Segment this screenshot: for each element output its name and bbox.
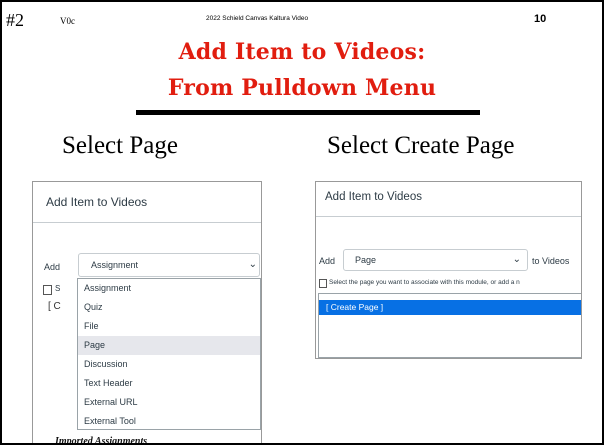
dropdown-option-page[interactable]: Page (78, 336, 260, 355)
screenshot-select-create-page: Add Item to Videos Add Page ⌄ to Videos … (315, 181, 582, 359)
page-listbox[interactable]: [ Create Page ] (318, 293, 581, 358)
page-number: 10 (534, 13, 547, 25)
slide-number: #2 (6, 10, 24, 30)
to-module-label: to Videos (532, 256, 570, 266)
dropdown-option-discussion[interactable]: Discussion (78, 355, 260, 374)
slide-version: V0c (60, 16, 75, 26)
slide-title-line2: From Pulldown Menu (167, 75, 437, 101)
dropdown-option-quiz[interactable]: Quiz (78, 298, 260, 317)
create-page-option-label: [ Create Page ] (326, 302, 384, 312)
item-type-select-value: Page (355, 255, 377, 265)
background-list-cutoff: Imported Assignments (55, 436, 148, 445)
document-icon (43, 285, 52, 295)
item-type-select-value: Assignment (91, 260, 139, 270)
dialog-divider (316, 216, 581, 217)
item-type-select[interactable]: Assignment ⌄ (78, 253, 260, 277)
add-label: Add (319, 256, 336, 266)
slide-title-line1: Add Item to Videos: (178, 39, 426, 65)
create-page-option[interactable]: [ Create Page ] (319, 300, 581, 315)
dropdown-option-file[interactable]: File (78, 317, 260, 336)
dialog-title: Add Item to Videos (46, 195, 148, 209)
slide: #2 V0c 2022 Schield Canvas Kaltura Video… (0, 0, 604, 445)
chevron-down-icon: ⌄ (512, 254, 521, 265)
subtitle-right: Select Create Page (327, 132, 515, 159)
document-icon (319, 279, 327, 288)
item-type-select[interactable]: Page ⌄ (343, 249, 528, 271)
subtitle-left: Select Page (62, 132, 178, 159)
add-label: Add (44, 262, 61, 272)
dropdown-option-text-header[interactable]: Text Header (78, 374, 260, 393)
dropdown-option-external-tool[interactable]: External Tool (78, 412, 260, 431)
background-list-fragment: [ C (48, 301, 61, 312)
help-text: Select the page you want to associate wi… (329, 279, 520, 286)
dialog-divider (33, 222, 261, 223)
help-text-fragment: S (55, 284, 61, 293)
chevron-down-icon: ⌄ (248, 259, 257, 270)
screenshot-select-page: Add Item to Videos Add Assignment ⌄ S [ … (32, 181, 262, 445)
dropdown-option-assignment[interactable]: Assignment (78, 279, 260, 298)
dropdown-option-external-url[interactable]: External URL (78, 393, 260, 412)
item-type-dropdown-menu: Assignment Quiz File Page Discussion Tex… (77, 278, 261, 430)
dialog-title: Add Item to Videos (325, 191, 422, 203)
slide-credit: 2022 Schield Canvas Kaltura Video (206, 15, 309, 22)
title-underline (136, 110, 480, 115)
